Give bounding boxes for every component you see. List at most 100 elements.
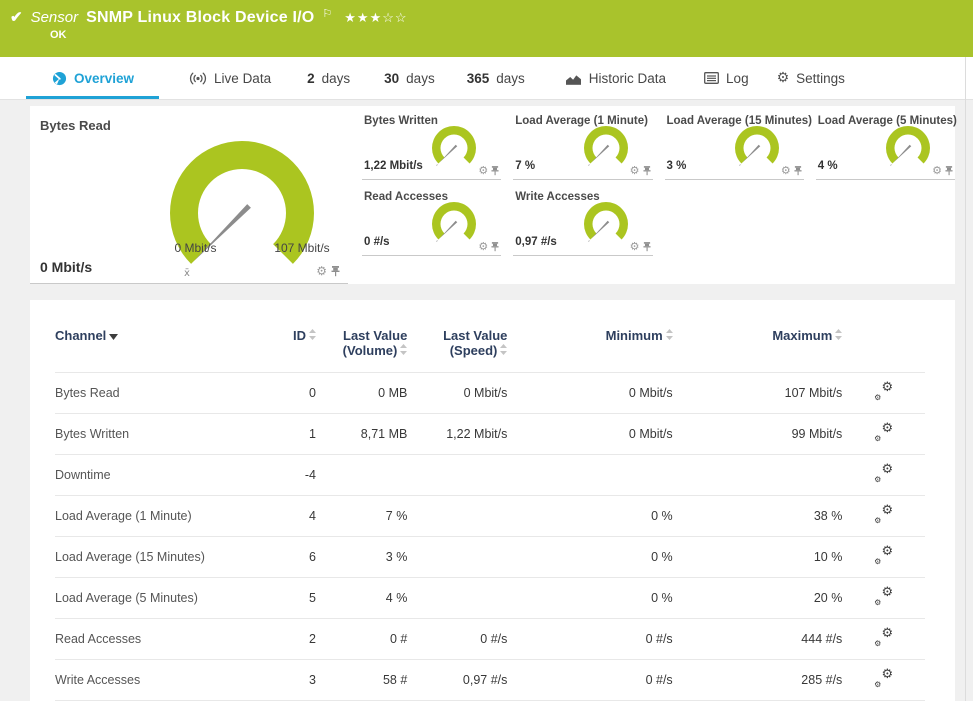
column-header-channel[interactable]: Channel [55, 328, 255, 373]
channel-settings-icon[interactable]: ⚙⚙ [874, 383, 893, 400]
cell-min: 0 #/s [507, 660, 672, 701]
priority-stars[interactable]: ★★★☆☆ [344, 10, 407, 26]
gauge-dial [575, 195, 637, 253]
tab-label: Live Data [214, 71, 271, 86]
gauge-tile-load-average-1-minute: Load Average (1 Minute) 7 % ⚙ [513, 109, 652, 180]
tab-number: 30 [384, 71, 399, 86]
tab-settings[interactable]: ⚙ Settings [777, 57, 845, 99]
table-body: Bytes Read 0 0 MB 0 Mbit/s 0 Mbit/s 107 … [55, 373, 925, 701]
pin-icon[interactable] [643, 166, 651, 176]
column-header-last-value-volume[interactable]: Last Value (Volume) [316, 328, 407, 373]
log-icon [704, 72, 719, 84]
pin-icon[interactable] [794, 166, 802, 176]
column-header-maximum[interactable]: Maximum [673, 328, 843, 373]
gauge-scale-max: 107 Mbit/s [252, 241, 352, 255]
tab-365-days[interactable]: 365 days [467, 57, 525, 99]
tab-live-data[interactable]: Live Data [189, 57, 271, 99]
column-header-last-value-speed[interactable]: Last Value (Speed) [407, 328, 507, 373]
table-row: Load Average (15 Minutes) 6 3 % 0 % 10 %… [55, 537, 925, 578]
tab-historic-data[interactable]: Historic Data [565, 57, 666, 99]
gauge-settings-gear-icon[interactable]: ⚙ [781, 165, 791, 176]
tab-label: Settings [796, 71, 845, 86]
cell-channel: Load Average (1 Minute) [55, 496, 255, 537]
column-label: ID [293, 328, 306, 343]
column-header-minimum[interactable]: Minimum [507, 328, 672, 373]
channel-settings-icon[interactable]: ⚙⚙ [874, 670, 893, 687]
gauge-current-value: 7 % [515, 160, 535, 172]
channel-settings-icon[interactable]: ⚙⚙ [874, 588, 893, 605]
cell-speed: 1,22 Mbit/s [407, 414, 507, 455]
sensor-title: SNMP Linux Block Device I/O [86, 9, 314, 27]
gauge-settings-gear-icon[interactable]: ⚙ [630, 241, 640, 252]
sort-icon [500, 344, 507, 355]
table-row: Write Accesses 3 58 # 0,97 #/s 0 #/s 285… [55, 660, 925, 701]
cell-channel: Load Average (15 Minutes) [55, 537, 255, 578]
tab-log[interactable]: Log [704, 57, 749, 99]
pin-icon[interactable] [945, 166, 953, 176]
gauge-settings-gear-icon[interactable]: ⚙ [478, 165, 488, 176]
cell-volume: 3 % [316, 537, 407, 578]
pin-icon[interactable] [331, 266, 340, 277]
stars-empty[interactable]: ☆☆ [382, 10, 407, 25]
tab-overview[interactable]: Overview [26, 57, 159, 99]
right-edge-divider [965, 57, 966, 701]
pin-icon[interactable] [643, 242, 651, 252]
gauge-scale-min: 0 Mbit/s [148, 241, 243, 255]
cell-max: 107 Mbit/s [673, 373, 843, 414]
content-area: Bytes Read x̄ 0 Mbit/s 107 Mbit/s 0 Mbit… [0, 100, 973, 701]
stars-filled[interactable]: ★★★ [344, 10, 382, 25]
sensor-header: ✔ Sensor SNMP Linux Block Device I/O ⚐ ★… [0, 0, 973, 57]
channel-settings-icon[interactable]: ⚙⚙ [874, 629, 893, 646]
table-header-row: Channel ID Last Value (Volume) Last Valu… [55, 328, 925, 373]
gauge-current-value: 3 % [667, 160, 687, 172]
gauge-current-value: 0,97 #/s [515, 236, 557, 248]
gauge-settings-gear-icon[interactable]: ⚙ [478, 241, 488, 252]
gear-icon: ⚙ [777, 70, 790, 86]
gauge-dial [726, 119, 788, 177]
tab-number: 365 [467, 71, 490, 86]
table-row: Bytes Written 1 8,71 MB 1,22 Mbit/s 0 Mb… [55, 414, 925, 455]
cell-volume: 58 # [316, 660, 407, 701]
cell-id: 2 [255, 619, 316, 660]
channel-settings-icon[interactable]: ⚙⚙ [874, 424, 893, 441]
tab-label: days [406, 71, 435, 86]
cell-speed [407, 537, 507, 578]
column-label: Channel [55, 328, 106, 343]
cell-min: 0 % [507, 578, 672, 619]
cell-min: 0 Mbit/s [507, 414, 672, 455]
status-check-icon: ✔ [10, 8, 23, 26]
gauge-current-value: 4 % [818, 160, 838, 172]
channel-settings-icon[interactable]: ⚙⚙ [874, 506, 893, 523]
sort-desc-icon [109, 334, 118, 340]
tab-label: days [496, 71, 525, 86]
gauge-dial [423, 119, 485, 177]
sort-icon [835, 329, 842, 340]
gauge-settings-gear-icon[interactable]: ⚙ [316, 265, 327, 277]
tab-2-days[interactable]: 2 days [307, 57, 350, 99]
gauges-panel: Bytes Read x̄ 0 Mbit/s 107 Mbit/s 0 Mbit… [30, 106, 955, 284]
gauge-settings-gear-icon[interactable]: ⚙ [630, 165, 640, 176]
pin-icon[interactable] [491, 166, 499, 176]
favorite-flag-icon[interactable]: ⚐ [322, 7, 332, 20]
column-label: Minimum [606, 328, 663, 343]
gauge-settings-gear-icon[interactable]: ⚙ [932, 165, 942, 176]
tab-30-days[interactable]: 30 days [384, 57, 435, 99]
table-row: Downtime -4 ⚙⚙ [55, 455, 925, 496]
column-header-id[interactable]: ID [255, 328, 316, 373]
cell-channel: Downtime [55, 455, 255, 496]
svg-text:x̄: x̄ [184, 268, 190, 279]
cell-speed [407, 496, 507, 537]
cell-volume: 0 MB [316, 373, 407, 414]
table-row: Read Accesses 2 0 # 0 #/s 0 #/s 444 #/s … [55, 619, 925, 660]
channels-panel: Channel ID Last Value (Volume) Last Valu… [30, 300, 955, 701]
cell-speed: 0 Mbit/s [407, 373, 507, 414]
gauge-tile-load-average-5-minutes: Load Average (5 Minutes) 4 % ⚙ [816, 109, 955, 180]
channel-settings-icon[interactable]: ⚙⚙ [874, 547, 893, 564]
pin-icon[interactable] [491, 242, 499, 252]
gauge-current-value: 0 #/s [364, 236, 390, 248]
cell-id: 6 [255, 537, 316, 578]
cell-id: -4 [255, 455, 316, 496]
table-row: Load Average (5 Minutes) 5 4 % 0 % 20 % … [55, 578, 925, 619]
channel-settings-icon[interactable]: ⚙⚙ [874, 465, 893, 482]
cell-max: 10 % [673, 537, 843, 578]
